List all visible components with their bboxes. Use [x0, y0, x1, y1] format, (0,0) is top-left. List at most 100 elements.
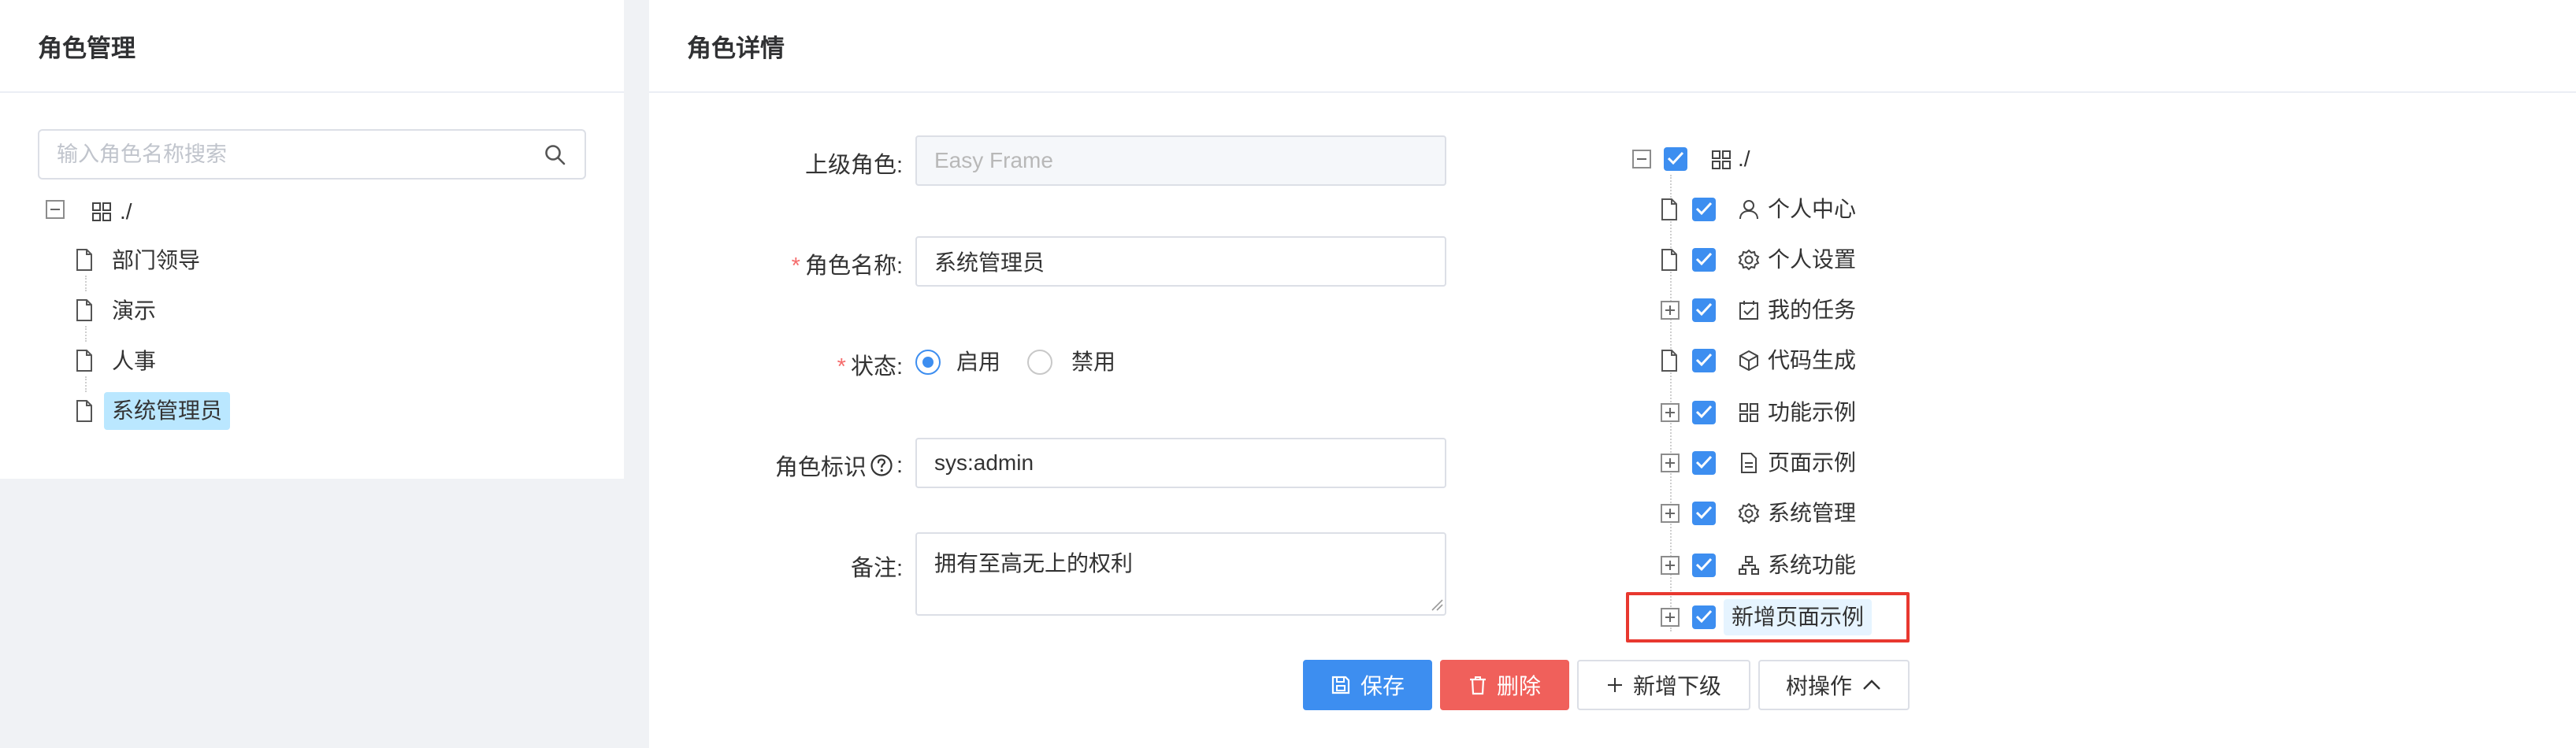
role-tree-item[interactable]: 部门领导	[112, 243, 200, 279]
save-button[interactable]: 保存	[1303, 660, 1432, 710]
expand-toggle-icon[interactable]	[1661, 504, 1680, 523]
status-disable-label[interactable]: 禁用	[1071, 350, 1115, 375]
required-mark: *	[791, 254, 800, 279]
highlight-outline	[1626, 592, 1910, 642]
check-icon	[1695, 252, 1713, 266]
perm-tree-item[interactable]: 个人中心	[1768, 191, 1856, 228]
checkbox-checked[interactable]	[1664, 147, 1687, 171]
checkbox-checked[interactable]	[1692, 198, 1716, 221]
checkbox-checked[interactable]	[1692, 401, 1716, 424]
check-icon	[1695, 302, 1713, 317]
remark-label: 备注:	[850, 556, 903, 581]
role-search-box[interactable]	[38, 129, 586, 180]
role-tree-item[interactable]: 演示	[112, 293, 156, 329]
role-tree-item[interactable]: 人事	[112, 343, 156, 380]
role-tree-item-selected[interactable]: 系统管理员	[104, 392, 231, 430]
panel-title: 角色详情	[649, 0, 2576, 93]
delete-button[interactable]: 删除	[1440, 660, 1569, 710]
checkbox-checked[interactable]	[1692, 349, 1716, 372]
perm-tree-item[interactable]: 功能示例	[1768, 394, 1856, 431]
check-icon	[1695, 557, 1713, 572]
collapse-toggle-icon[interactable]	[1632, 150, 1651, 168]
check-icon	[1695, 455, 1713, 469]
plus-icon	[1607, 678, 1622, 692]
chevron-up-icon	[1863, 679, 1880, 690]
status-enable-radio[interactable]	[915, 350, 941, 375]
checkbox-checked[interactable]	[1692, 298, 1716, 322]
parent-role-field: Easy Frame	[915, 135, 1446, 186]
role-name-input[interactable]: 系统管理员	[915, 236, 1446, 287]
checkbox-checked[interactable]	[1692, 554, 1716, 577]
role-name-label: * 角色名称:	[792, 247, 903, 280]
org-icon	[1739, 556, 1759, 575]
tree-connector	[85, 326, 87, 342]
perm-tree-item[interactable]: 我的任务	[1768, 292, 1856, 328]
role-key-label-text: 角色标识	[774, 455, 867, 480]
document-icon	[76, 249, 92, 271]
check-icon	[1695, 353, 1713, 367]
status-disable-radio[interactable]	[1027, 350, 1052, 375]
settings-icon	[1738, 249, 1760, 271]
document-icon	[1661, 249, 1677, 271]
role-key-label: 角色标识 :	[775, 449, 903, 482]
perm-tree-root[interactable]: ./	[1738, 141, 1750, 177]
page-icon	[1741, 453, 1757, 473]
parent-role-label: 上级角色:	[804, 153, 903, 178]
trash-icon	[1469, 676, 1486, 695]
checkbox-checked[interactable]	[1692, 248, 1716, 272]
checkbox-checked[interactable]	[1692, 451, 1716, 475]
tree-ops-label: 树操作	[1785, 674, 1852, 698]
role-management-panel: 角色管理 ./ 部门领导 演示 人事 系统管理员	[0, 0, 624, 479]
grid-icon	[1712, 150, 1731, 169]
document-icon	[76, 400, 92, 422]
document-icon	[76, 299, 92, 321]
add-child-button-label: 新增下级	[1632, 674, 1721, 698]
collapse-toggle-icon[interactable]	[46, 200, 65, 219]
check-icon	[1667, 151, 1684, 165]
save-icon	[1331, 676, 1350, 694]
perm-tree-item[interactable]: 系统管理	[1768, 495, 1856, 531]
role-key-colon: :	[896, 452, 903, 478]
expand-toggle-icon[interactable]	[1661, 454, 1680, 472]
save-button-label: 保存	[1360, 674, 1405, 698]
perm-tree-item[interactable]: 系统功能	[1768, 547, 1856, 583]
role-tree-root[interactable]: ./	[120, 194, 132, 230]
add-child-button[interactable]: 新增下级	[1577, 660, 1750, 710]
status-label: * 状态:	[837, 348, 903, 381]
delete-button-label: 删除	[1496, 674, 1541, 698]
document-icon	[1661, 350, 1677, 372]
role-search-input[interactable]	[57, 131, 529, 178]
perm-tree-item[interactable]: 代码生成	[1768, 343, 1856, 379]
settings-icon	[1738, 502, 1760, 524]
expand-toggle-icon[interactable]	[1661, 301, 1680, 320]
status-enable-label[interactable]: 启用	[956, 350, 1000, 375]
search-icon[interactable]	[544, 143, 567, 167]
check-icon	[1695, 202, 1713, 216]
status-label-text: 状态:	[850, 354, 903, 380]
task-icon	[1739, 301, 1758, 320]
perm-tree-item[interactable]: 页面示例	[1768, 445, 1856, 481]
expand-toggle-icon[interactable]	[1661, 403, 1680, 422]
perm-tree-item[interactable]: 个人设置	[1768, 242, 1856, 278]
grid-icon	[1739, 403, 1758, 422]
remark-textarea[interactable]: 拥有至高无上的权利	[915, 532, 1446, 616]
tree-connector	[85, 376, 87, 392]
role-detail-panel: 角色详情	[649, 0, 2576, 748]
check-icon	[1695, 505, 1713, 520]
checkbox-checked[interactable]	[1692, 502, 1716, 525]
resize-handle-icon[interactable]	[1431, 598, 1443, 611]
user-icon	[1739, 200, 1758, 220]
document-icon	[76, 350, 92, 372]
help-circle-icon[interactable]	[870, 454, 893, 477]
role-name-label-text: 角色名称:	[804, 254, 903, 279]
panel-title: 角色管理	[0, 0, 624, 93]
grid-icon	[92, 202, 111, 221]
document-icon	[1661, 198, 1677, 220]
tree-connector	[85, 276, 87, 291]
check-icon	[1695, 405, 1713, 419]
expand-toggle-icon[interactable]	[1661, 556, 1680, 575]
tree-operations-dropdown[interactable]: 树操作	[1758, 660, 1910, 710]
role-key-input[interactable]: sys:admin	[915, 438, 1446, 488]
required-mark: *	[837, 354, 846, 380]
code-cube-icon	[1739, 350, 1758, 372]
